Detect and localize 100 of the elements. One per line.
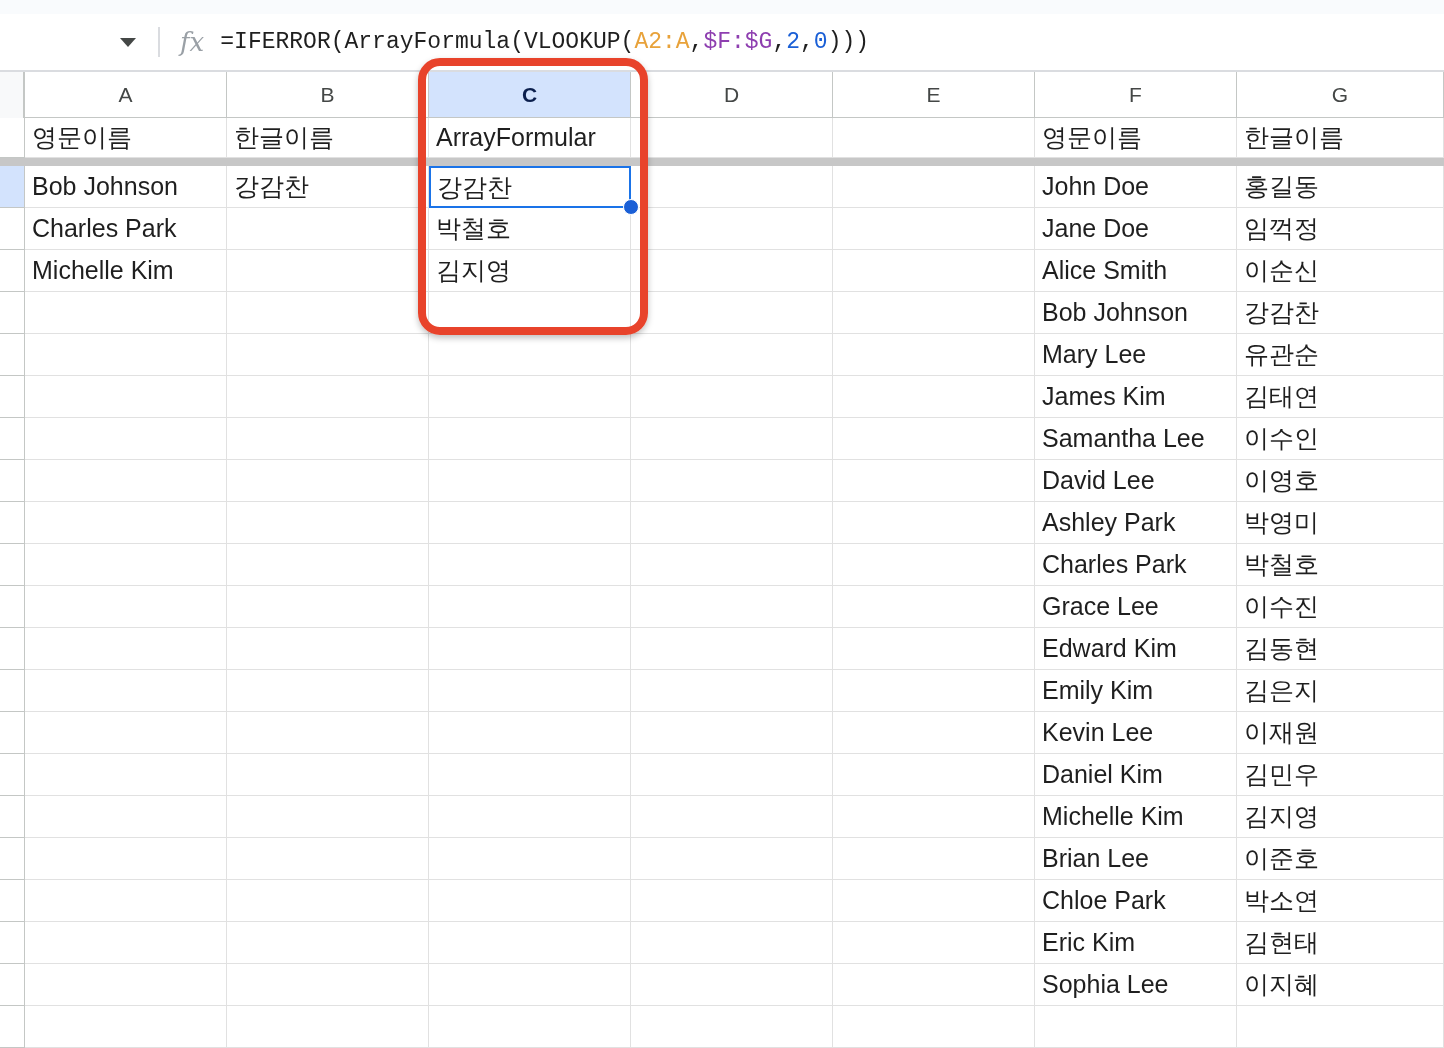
table-cell[interactable] (1237, 1006, 1444, 1048)
table-cell[interactable]: 김태연 (1237, 376, 1444, 418)
table-cell[interactable]: Jane Doe (1035, 208, 1237, 250)
table-cell[interactable] (429, 1006, 631, 1048)
table-cell[interactable]: Bob Johnson (1035, 292, 1237, 334)
table-cell[interactable]: Eric Kim (1035, 922, 1237, 964)
column-header[interactable]: D (631, 72, 833, 118)
table-cell[interactable] (429, 544, 631, 586)
row-header[interactable] (0, 670, 25, 712)
table-cell[interactable]: 임꺽정 (1237, 208, 1444, 250)
table-cell[interactable] (429, 670, 631, 712)
table-cell[interactable]: Michelle Kim (1035, 796, 1237, 838)
row-header[interactable] (0, 376, 25, 418)
row-header[interactable] (0, 712, 25, 754)
formula-input[interactable]: =IFERROR(ArrayFormula(VLOOKUP(A2:A,$F:$G,2,0))) (220, 29, 870, 55)
table-cell[interactable] (227, 334, 429, 376)
table-cell[interactable] (227, 964, 429, 1006)
table-cell[interactable]: Grace Lee (1035, 586, 1237, 628)
table-cell[interactable] (631, 250, 833, 292)
table-cell[interactable] (833, 250, 1035, 292)
table-cell[interactable] (833, 460, 1035, 502)
table-cell[interactable]: 김동현 (1237, 628, 1444, 670)
table-cell[interactable]: Sophia Lee (1035, 964, 1237, 1006)
table-cell[interactable] (429, 586, 631, 628)
table-cell[interactable] (25, 292, 227, 334)
table-cell[interactable] (227, 712, 429, 754)
table-cell[interactable]: 홍길동 (1237, 166, 1444, 208)
row-header[interactable] (0, 544, 25, 586)
table-cell[interactable]: Daniel Kim (1035, 754, 1237, 796)
table-cell[interactable]: 김민우 (1237, 754, 1444, 796)
row-header[interactable] (0, 118, 25, 158)
row-header[interactable] (0, 796, 25, 838)
table-cell[interactable] (227, 1006, 429, 1048)
table-cell[interactable] (833, 208, 1035, 250)
table-cell[interactable]: 이지혜 (1237, 964, 1444, 1006)
table-cell[interactable]: Michelle Kim (25, 250, 227, 292)
table-cell[interactable] (833, 166, 1035, 208)
table-cell[interactable]: 이순신 (1237, 250, 1444, 292)
table-cell[interactable]: 김지영 (429, 250, 631, 292)
table-cell[interactable]: 강감찬 (227, 166, 429, 208)
table-cell[interactable] (631, 922, 833, 964)
table-cell[interactable] (25, 796, 227, 838)
table-cell[interactable] (227, 838, 429, 880)
table-cell[interactable] (25, 712, 227, 754)
table-cell[interactable]: Samantha Lee (1035, 418, 1237, 460)
table-cell[interactable] (25, 334, 227, 376)
table-cell[interactable]: 박영미 (1237, 502, 1444, 544)
table-cell[interactable]: 이재원 (1237, 712, 1444, 754)
active-cell[interactable]: 강감찬 (429, 166, 631, 208)
table-cell[interactable] (429, 292, 631, 334)
table-cell[interactable] (429, 376, 631, 418)
table-cell[interactable]: Chloe Park (1035, 880, 1237, 922)
table-cell[interactable] (25, 1006, 227, 1048)
table-cell[interactable] (833, 334, 1035, 376)
table-cell[interactable]: Charles Park (25, 208, 227, 250)
table-cell[interactable] (429, 460, 631, 502)
table-cell[interactable] (833, 1006, 1035, 1048)
table-cell[interactable] (25, 502, 227, 544)
table-cell[interactable] (227, 502, 429, 544)
table-cell[interactable] (429, 418, 631, 460)
table-cell[interactable] (429, 922, 631, 964)
table-cell[interactable] (429, 754, 631, 796)
table-cell[interactable] (833, 922, 1035, 964)
table-cell[interactable]: Brian Lee (1035, 838, 1237, 880)
row-header[interactable] (0, 586, 25, 628)
table-cell[interactable] (429, 880, 631, 922)
table-cell[interactable] (25, 754, 227, 796)
table-cell[interactable] (631, 964, 833, 1006)
row-header[interactable] (0, 754, 25, 796)
table-cell[interactable]: Bob Johnson (25, 166, 227, 208)
table-cell[interactable] (631, 754, 833, 796)
table-cell[interactable] (631, 544, 833, 586)
table-cell[interactable] (833, 964, 1035, 1006)
table-cell[interactable] (1035, 1006, 1237, 1048)
row-header[interactable] (0, 460, 25, 502)
table-cell[interactable] (227, 208, 429, 250)
table-cell[interactable] (25, 376, 227, 418)
table-cell[interactable] (833, 838, 1035, 880)
table-cell[interactable] (25, 922, 227, 964)
table-cell[interactable] (227, 292, 429, 334)
table-cell[interactable] (227, 544, 429, 586)
fill-handle[interactable] (623, 199, 639, 215)
table-cell[interactable] (227, 376, 429, 418)
table-cell[interactable] (631, 460, 833, 502)
table-cell[interactable]: 김은지 (1237, 670, 1444, 712)
table-cell[interactable] (429, 964, 631, 1006)
table-cell[interactable] (25, 880, 227, 922)
row-header[interactable] (0, 250, 25, 292)
table-cell[interactable]: 이준호 (1237, 838, 1444, 880)
table-cell[interactable] (833, 628, 1035, 670)
table-cell[interactable]: 김지영 (1237, 796, 1444, 838)
table-cell[interactable] (227, 880, 429, 922)
row-header[interactable] (0, 166, 25, 208)
table-cell[interactable] (631, 376, 833, 418)
table-cell[interactable] (833, 754, 1035, 796)
table-cell[interactable]: Alice Smith (1035, 250, 1237, 292)
table-cell[interactable]: Charles Park (1035, 544, 1237, 586)
table-cell[interactable]: Kevin Lee (1035, 712, 1237, 754)
table-cell[interactable] (429, 628, 631, 670)
table-cell[interactable] (833, 418, 1035, 460)
